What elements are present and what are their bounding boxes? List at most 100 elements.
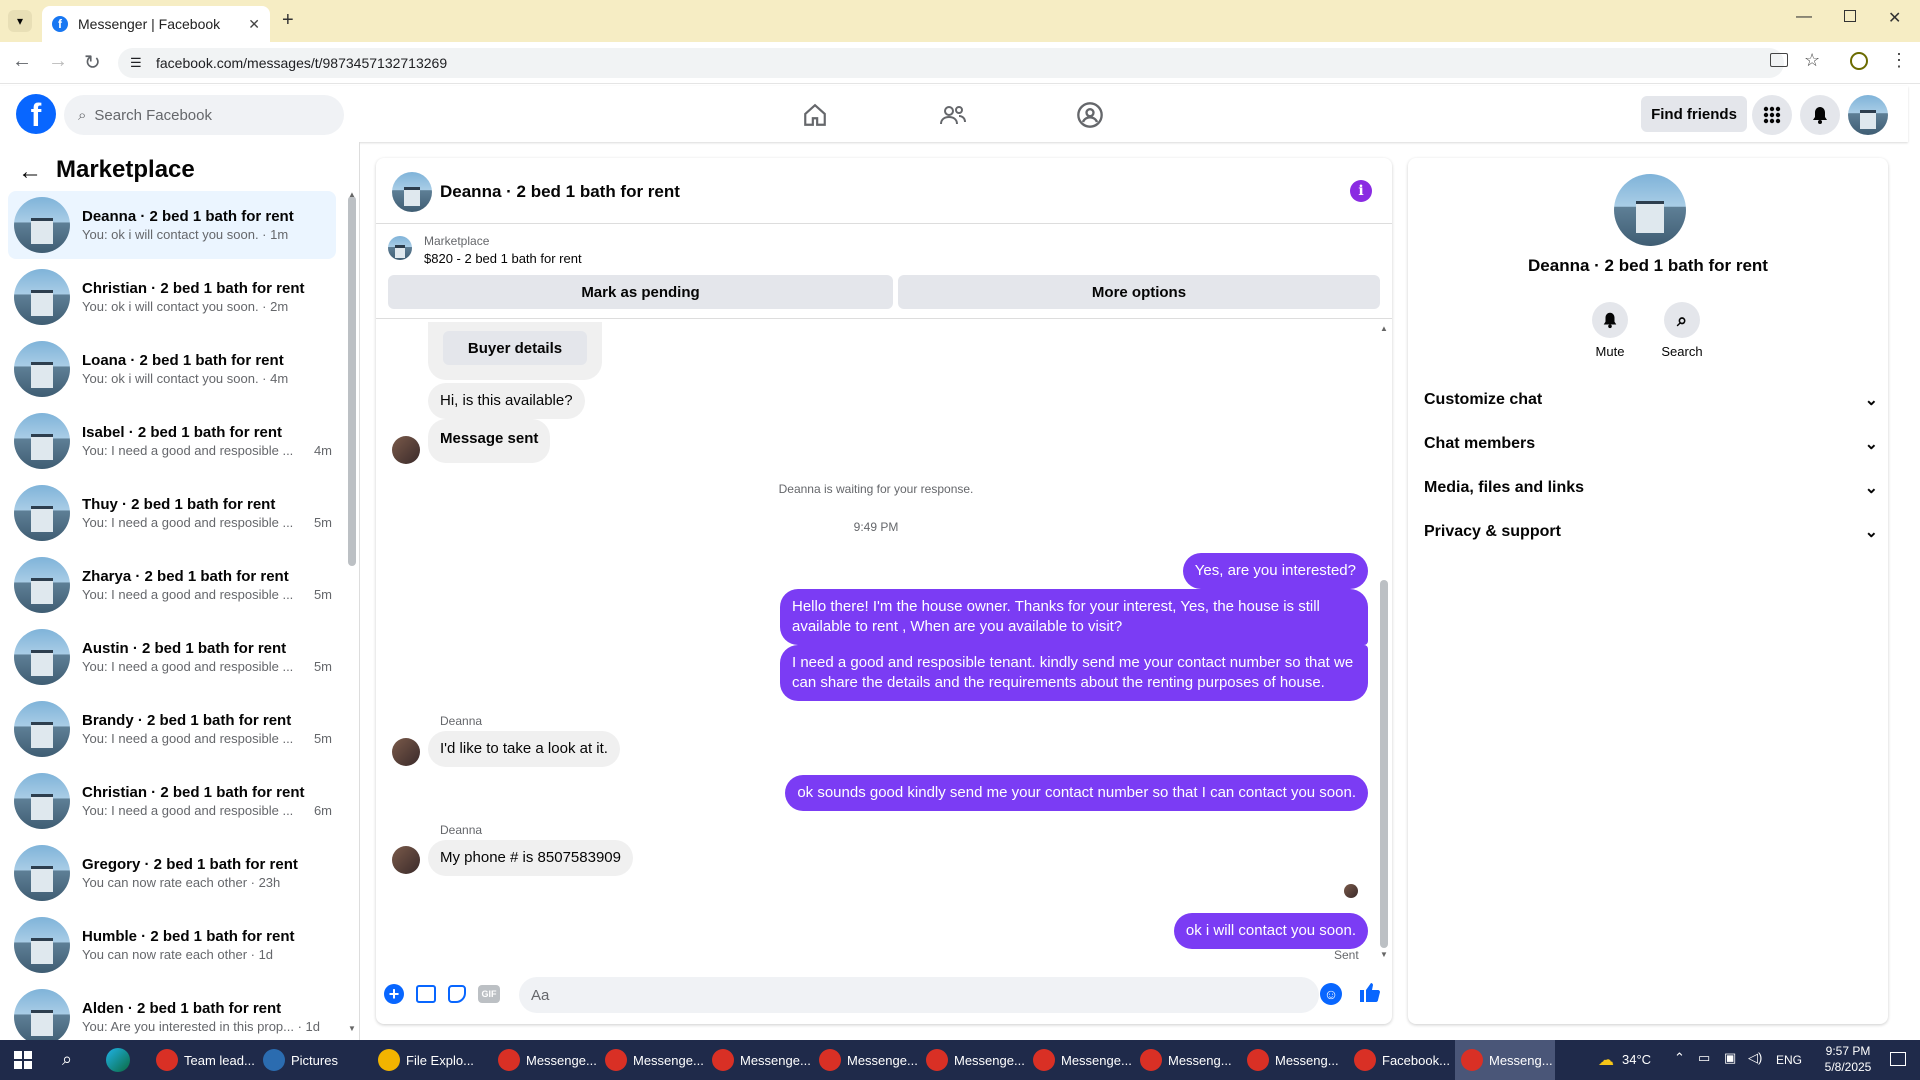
search-conversation-icon[interactable]: ⌕ [1664, 302, 1700, 338]
friends-icon[interactable] [933, 95, 973, 135]
windows-start-icon[interactable] [14, 1051, 32, 1069]
details-section-media[interactable]: Media, files and links ⌄ [1424, 468, 1878, 508]
taskbar-app-button[interactable]: Team lead... [150, 1040, 255, 1080]
listing-thumbnail[interactable] [388, 236, 412, 260]
conversation-item[interactable]: Loana · 2 bed 1 bath for rent You: ok i w… [8, 335, 336, 403]
weather-temp[interactable]: 34°C [1622, 1052, 1651, 1067]
taskbar-app-button[interactable]: Messeng... [1241, 1040, 1341, 1080]
message-bubble-outgoing[interactable]: Hello there! I'm the house owner. Thanks… [780, 589, 1368, 645]
details-avatar[interactable] [1614, 174, 1686, 246]
taskbar-app-button[interactable]: Messenge... [920, 1040, 1025, 1080]
conversation-item[interactable]: Austin · 2 bed 1 bath for rent You: I nee… [8, 623, 336, 691]
taskbar-app-button[interactable]: Messenge... [1027, 1040, 1132, 1080]
account-avatar[interactable] [1848, 95, 1888, 135]
message-bubble-outgoing[interactable]: I need a good and resposible tenant. kin… [780, 645, 1368, 701]
input-language[interactable]: ENG [1776, 1053, 1802, 1067]
scroll-up-arrow-icon[interactable]: ▲ [1380, 324, 1388, 333]
menu-grid-icon[interactable] [1752, 95, 1792, 135]
mark-as-pending-button[interactable]: Mark as pending [388, 275, 893, 309]
notifications-bell-icon[interactable] [1800, 95, 1840, 135]
message-bubble-incoming[interactable]: My phone # is 8507583909 [428, 840, 633, 876]
facebook-search[interactable]: ⌕ Search Facebook [64, 95, 344, 135]
message-bubble-incoming[interactable]: Message sent [428, 419, 551, 463]
url-field[interactable]: ☰ facebook.com/messages/t/98734571327132… [118, 48, 1784, 78]
message-bubble-outgoing[interactable]: ok i will contact you soon. [1173, 913, 1368, 949]
message-bubble-outgoing[interactable]: ok sounds good kindly send me your conta… [785, 775, 1368, 811]
taskbar-app-button[interactable]: Messenge... [492, 1040, 597, 1080]
network-icon[interactable]: ▣ [1724, 1050, 1736, 1066]
gif-icon[interactable]: GIF [478, 985, 500, 1003]
conversation-item[interactable]: Deanna · 2 bed 1 bath for rent You: ok i … [8, 191, 336, 259]
home-icon[interactable] [795, 95, 835, 135]
scroll-up-arrow-icon[interactable]: ▲ [348, 190, 356, 199]
back-arrow-icon[interactable]: ← [18, 158, 42, 186]
browser-tab[interactable]: f Messenger | Facebook ✕ [42, 6, 270, 42]
reload-icon[interactable]: ↻ [84, 50, 101, 75]
taskbar-app-button[interactable]: Messenge... [706, 1040, 811, 1080]
more-options-button[interactable]: More options [898, 275, 1380, 309]
conversation-item[interactable]: Christian · 2 bed 1 bath for rent You: I … [8, 767, 336, 835]
emoji-icon[interactable]: ☺ [1320, 983, 1342, 1005]
weather-icon[interactable]: ☁ [1598, 1050, 1614, 1070]
message-bubble-outgoing[interactable]: Yes, are you interested? [1182, 553, 1368, 589]
new-tab-icon[interactable]: + [282, 9, 294, 32]
details-section-chat-members[interactable]: Chat members ⌄ [1424, 424, 1878, 464]
profile-icon[interactable] [1850, 52, 1868, 70]
bookmark-star-icon[interactable]: ☆ [1804, 50, 1820, 71]
restore-icon[interactable] [1844, 10, 1856, 22]
taskbar-app-button[interactable]: Messeng... [1455, 1040, 1555, 1080]
scroll-down-arrow-icon[interactable]: ▼ [348, 1024, 356, 1033]
conversation-list-scrollbar[interactable] [348, 196, 356, 566]
taskbar-app-button[interactable]: Facebook... [1348, 1040, 1450, 1080]
taskbar-search-icon[interactable]: ⌕ [62, 1049, 72, 1070]
conversation-item[interactable]: Christian · 2 bed 1 bath for rent You: ok… [8, 263, 336, 331]
tray-chevron-icon[interactable]: ⌃ [1674, 1050, 1685, 1066]
more-actions-plus-icon[interactable]: + [384, 984, 404, 1004]
taskbar-app-button[interactable]: File Explo... [372, 1040, 474, 1080]
attach-photo-icon[interactable] [416, 985, 436, 1003]
forward-icon[interactable]: → [48, 50, 68, 73]
buyer-details-button[interactable]: Buyer details [443, 331, 587, 365]
chat-title[interactable]: Deanna · 2 bed 1 bath for rent [440, 182, 680, 202]
conversation-info-icon[interactable]: i [1350, 180, 1372, 202]
taskbar-app-button[interactable]: Messenge... [813, 1040, 918, 1080]
mute-bell-icon[interactable] [1592, 302, 1628, 338]
like-thumbs-up-icon[interactable] [1358, 980, 1382, 1008]
conversation-item[interactable]: Thuy · 2 bed 1 bath for rent You: I need … [8, 479, 336, 547]
message-bubble-incoming[interactable]: I'd like to take a look at it. [428, 731, 620, 767]
close-window-icon[interactable]: ✕ [1888, 8, 1901, 28]
site-info-icon[interactable]: ☰ [130, 55, 142, 71]
close-tab-icon[interactable]: ✕ [248, 16, 260, 33]
chat-scrollbar[interactable] [1380, 580, 1388, 948]
minimize-icon[interactable]: — [1796, 8, 1812, 26]
find-friends-button[interactable]: Find friends [1641, 96, 1747, 132]
notification-center-icon[interactable] [1890, 1052, 1906, 1066]
groups-icon[interactable] [1070, 95, 1110, 135]
chat-header-avatar[interactable] [392, 172, 432, 212]
message-bubble-incoming[interactable]: Hi, is this available? [428, 383, 585, 419]
install-app-icon[interactable] [1770, 53, 1788, 67]
facebook-logo-icon[interactable]: f [16, 94, 56, 134]
app-icon [1247, 1049, 1269, 1071]
taskbar-app-button[interactable]: Pictures [257, 1040, 357, 1080]
back-icon[interactable]: ← [12, 50, 32, 73]
conversation-item[interactable]: Gregory · 2 bed 1 bath for rent You can n… [8, 839, 336, 907]
conversation-item[interactable]: Zharya · 2 bed 1 bath for rent You: I nee… [8, 551, 336, 619]
conversation-item[interactable]: Isabel · 2 bed 1 bath for rent You: I nee… [8, 407, 336, 475]
volume-icon[interactable]: ◁) [1748, 1050, 1762, 1066]
taskbar-app-button[interactable]: Messeng... [1134, 1040, 1234, 1080]
edge-browser-icon[interactable] [106, 1048, 130, 1072]
details-section-privacy[interactable]: Privacy & support ⌄ [1424, 512, 1878, 552]
taskbar-app-button[interactable]: Messenge... [599, 1040, 704, 1080]
conversation-item[interactable]: Humble · 2 bed 1 bath for rent You can no… [8, 911, 336, 979]
scroll-down-arrow-icon[interactable]: ▼ [1380, 950, 1388, 959]
listing-title[interactable]: $820 - 2 bed 1 bath for rent [424, 251, 582, 266]
conversation-item[interactable]: Brandy · 2 bed 1 bath for rent You: I nee… [8, 695, 336, 763]
tab-list-chevron-icon[interactable]: ▾ [8, 10, 32, 32]
message-input[interactable]: Aa [519, 977, 1319, 1013]
clock-time[interactable]: 9:57 PM [1818, 1044, 1878, 1058]
details-section-customize-chat[interactable]: Customize chat ⌄ [1424, 380, 1878, 420]
clock-date[interactable]: 5/8/2025 [1818, 1060, 1878, 1074]
browser-menu-icon[interactable]: ⋮ [1890, 50, 1908, 71]
tray-meet-icon[interactable]: ▭ [1698, 1050, 1710, 1066]
